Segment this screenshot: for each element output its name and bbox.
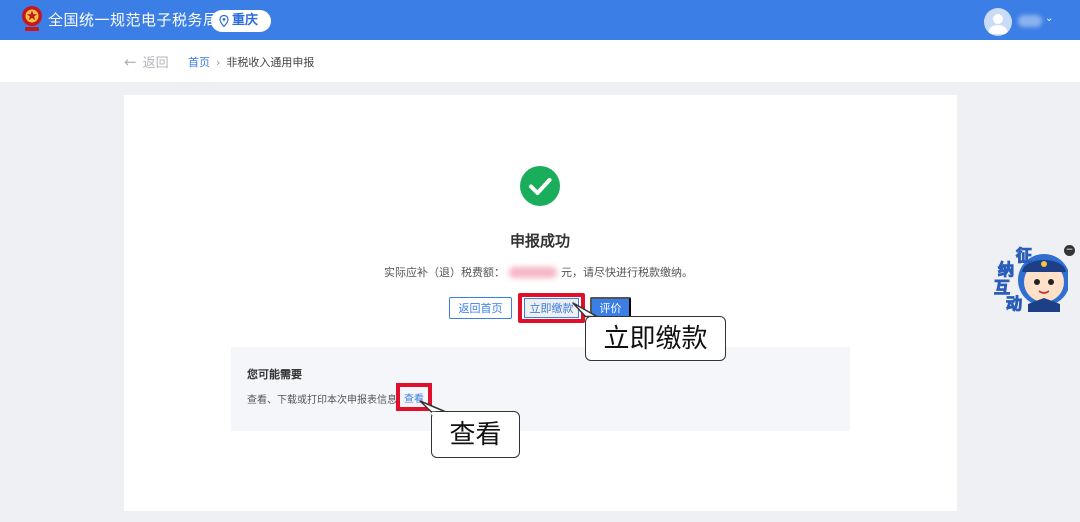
fee-message: 实际应补（退）税费额： 元，请尽快进行税款缴纳。 [384, 264, 693, 280]
pay-callout-seam [598, 317, 614, 320]
user-avatar-icon[interactable] [984, 8, 1012, 36]
tax-emblem-icon[interactable] [20, 5, 44, 33]
return-home-button[interactable]: 返回首页 [449, 297, 512, 319]
back-label: 返回 [142, 56, 169, 71]
mascot-char-4: 动 [1005, 294, 1023, 314]
hint-text: 查看、下载或打印本次申报表信息 [247, 395, 397, 406]
result-title: 申报成功 [509, 232, 570, 250]
top-header: 全国统一规范电子税务局 重庆 ⌄ [0, 0, 1080, 40]
user-name-redacted[interactable] [1018, 15, 1042, 27]
region-label: 重庆 [232, 13, 259, 28]
check-circle-icon [520, 166, 560, 206]
region-selector[interactable]: 重庆 [211, 10, 271, 32]
fee-amount-redacted [509, 266, 557, 278]
pay-callout: 立即缴款 [585, 316, 726, 361]
arrow-left-icon: ← [124, 52, 137, 71]
breadcrumb-home[interactable]: 首页 [188, 54, 210, 70]
fee-suffix: 元，请尽快进行税款缴纳。 [561, 266, 693, 279]
mascot-close-icon[interactable]: − [1064, 245, 1075, 256]
chevron-down-icon[interactable]: ⌄ [1045, 13, 1053, 24]
view-callout-seam [432, 412, 446, 415]
hint-title: 您可能需要 [247, 368, 302, 381]
mascot-char-1: 征 [1015, 246, 1033, 266]
back-button[interactable]: ← 返回 [124, 52, 169, 71]
site-title: 全国统一规范电子税务局 [48, 11, 219, 29]
breadcrumb-bar: ← 返回 首页 › 非税收入通用申报 [0, 40, 1080, 82]
user-silhouette-icon [988, 14, 1008, 34]
view-callout: 查看 [431, 411, 520, 458]
breadcrumb: 首页 › 非税收入通用申报 [188, 54, 314, 70]
location-pin-icon [219, 15, 229, 27]
breadcrumb-separator-icon: › [216, 55, 221, 69]
interactive-mascot-widget[interactable]: 征 纳 互 动 [988, 242, 1070, 314]
you-may-need-panel [231, 347, 850, 431]
breadcrumb-current: 非税收入通用申报 [226, 56, 315, 69]
fee-prefix: 实际应补（退）税费额： [384, 266, 505, 279]
